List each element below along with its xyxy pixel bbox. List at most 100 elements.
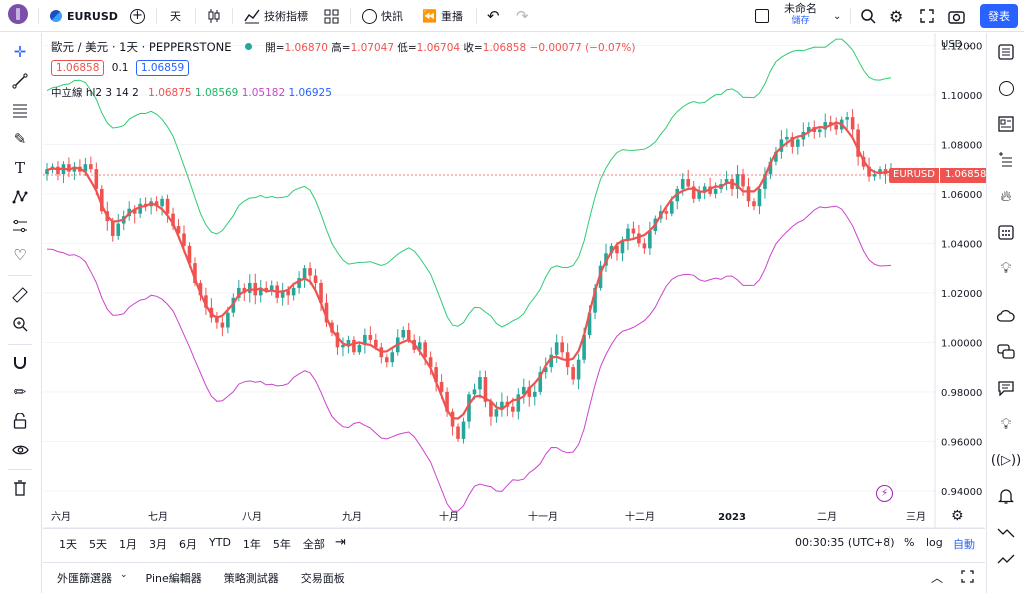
layout-menu-button[interactable]: ⌄: [833, 6, 841, 26]
messages-button[interactable]: [995, 341, 1017, 363]
range-buttons: 1天 5天 1月 3月 6月 YTD 1年 5年 全部: [53, 536, 331, 552]
time-tick-label: 二月: [817, 511, 837, 523]
text-tool[interactable]: T: [9, 157, 31, 179]
range-button[interactable]: 1年: [237, 536, 267, 552]
candle: [757, 185, 762, 215]
visibility-tool[interactable]: [9, 439, 31, 461]
currency-menu[interactable]: USD ⌄: [941, 39, 972, 50]
open-value: 1.06870: [284, 42, 328, 54]
indicator-value-3: 1.05182: [241, 87, 286, 99]
swap-arrows-icon: [997, 554, 1015, 564]
redo-icon: ↷: [516, 7, 529, 25]
notifications-button[interactable]: [995, 485, 1017, 507]
calendar-button[interactable]: [995, 221, 1017, 243]
clock-label: 00:30:35 (UTC+8): [795, 536, 895, 549]
lightning-event-icon[interactable]: ⚡: [876, 485, 893, 502]
goto-date-button[interactable]: ⇥: [335, 535, 346, 550]
pattern-tool[interactable]: [9, 186, 31, 208]
log-toggle[interactable]: log: [926, 536, 943, 549]
last-price-tag: EURUSD 1.06858: [889, 168, 992, 183]
settings-button[interactable]: ⚙: [889, 6, 903, 26]
price-tick-label: 1.10000: [941, 91, 982, 102]
calendar-icon: [998, 225, 1014, 240]
chart-settings-gear-icon[interactable]: ⚙: [951, 508, 964, 524]
range-button[interactable]: YTD: [203, 536, 237, 552]
collapse-panel-button[interactable]: ︿: [931, 569, 943, 586]
ideas-button[interactable]: 💡︎: [995, 257, 1017, 279]
bottom-tab[interactable]: 交易面板: [301, 570, 345, 586]
bottom-tab[interactable]: Pine編輯器: [146, 570, 202, 586]
range-button[interactable]: 6月: [173, 536, 203, 552]
chevron-down-icon[interactable]: ⌄: [120, 570, 128, 586]
redo-button[interactable]: ↷: [516, 6, 529, 26]
maximize-panel-button[interactable]: [961, 570, 974, 586]
search-button[interactable]: [860, 6, 876, 26]
zoom-tool[interactable]: [9, 313, 31, 335]
crosshair-tool[interactable]: ✛: [9, 41, 31, 63]
watchlist-button[interactable]: [995, 41, 1017, 63]
percent-toggle[interactable]: %: [904, 536, 914, 549]
hotlists-flame-button[interactable]: 🔥︎: [995, 185, 1017, 207]
fib-tool[interactable]: [9, 99, 31, 121]
bottom-tab[interactable]: 外匯篩選器: [57, 570, 112, 586]
alert-button[interactable]: 快訊: [362, 6, 403, 26]
trade-arrows-button[interactable]: [995, 521, 1017, 543]
time-axis[interactable]: 六月 七月 八月 九月 十月 十一月 十二月 2023 二月 三月: [51, 510, 926, 523]
price-axis[interactable]: 1.120001.100001.080001.060001.040001.020…: [941, 41, 982, 498]
templates-button[interactable]: [324, 6, 339, 26]
chats-button[interactable]: [995, 305, 1017, 327]
indicators-button[interactable]: 技術指標: [244, 6, 308, 26]
auto-scale-toggle[interactable]: 自動: [953, 536, 975, 552]
snapshot-button[interactable]: [948, 6, 965, 26]
bottom-tab[interactable]: 策略測試器: [224, 570, 279, 586]
timezone-button[interactable]: 00:30:35 (UTC+8): [795, 536, 895, 549]
remove-drawings-tool[interactable]: [9, 477, 31, 499]
change-value: −0.00077 (−0.07%): [529, 42, 636, 54]
undo-button[interactable]: ↶: [487, 6, 500, 26]
legend-title[interactable]: 歐元 / 美元 · 1天 · PEPPERSTONE: [51, 40, 232, 54]
alerts-button[interactable]: [995, 77, 1017, 99]
lock-tool[interactable]: [9, 410, 31, 432]
magnet-tool[interactable]: [9, 352, 31, 374]
broadcast-button[interactable]: ((▷)): [991, 449, 1021, 471]
fullscreen-button[interactable]: [920, 6, 934, 26]
range-button[interactable]: 1月: [113, 536, 143, 552]
publish-button[interactable]: 發表: [980, 4, 1018, 28]
candle: [576, 353, 581, 390]
grid-icon: [324, 9, 339, 23]
measure-tool[interactable]: [9, 284, 31, 306]
layout-checkbox[interactable]: [755, 6, 769, 26]
streams-button[interactable]: [995, 377, 1017, 399]
price-chart[interactable]: 1.120001.100001.080001.060001.040001.020…: [43, 33, 985, 561]
user-avatar[interactable]: [8, 4, 28, 24]
stay-drawing-tool[interactable]: ✏: [9, 381, 31, 403]
prediction-tool[interactable]: [9, 215, 31, 237]
buy-price-button[interactable]: 1.06859: [135, 60, 190, 76]
symbol-search-button[interactable]: EURUSD: [50, 6, 118, 26]
chart-type-button[interactable]: [206, 6, 222, 26]
tips-button[interactable]: 💡︎: [995, 413, 1017, 435]
comment-icon: [998, 381, 1014, 396]
favorites-tool[interactable]: ♡: [9, 244, 31, 266]
trendline-tool[interactable]: [9, 70, 31, 92]
compare-add-button[interactable]: +: [130, 6, 145, 26]
hotlist-button[interactable]: [995, 149, 1017, 171]
layout-name-button[interactable]: 未命名 儲存: [784, 3, 817, 29]
last-price-symbol: EURUSD: [889, 168, 939, 183]
range-button[interactable]: 5天: [83, 536, 113, 552]
range-button[interactable]: 1天: [53, 536, 83, 552]
range-button[interactable]: 5年: [267, 536, 297, 552]
chart-pane[interactable]: 1.12000 1.10000 1.08000 1.06000 1.04000 1.020…: [43, 33, 992, 561]
sell-price-button[interactable]: 1.06858: [51, 60, 105, 76]
data-window-button[interactable]: [995, 113, 1017, 135]
square-icon: [755, 9, 769, 23]
lock-icon: [13, 413, 27, 429]
interval-button[interactable]: 天: [170, 6, 181, 26]
range-button[interactable]: 全部: [297, 536, 331, 552]
swap-button[interactable]: [995, 549, 1017, 571]
replay-button[interactable]: ⏪ 重播: [422, 6, 463, 26]
brush-tool[interactable]: ✎: [9, 128, 31, 150]
candle: [116, 214, 121, 240]
indicator-legend[interactable]: 中立線 hl2 3 14 2 1.06875 1.08569 1.05182 1…: [51, 85, 332, 100]
range-button[interactable]: 3月: [143, 536, 173, 552]
